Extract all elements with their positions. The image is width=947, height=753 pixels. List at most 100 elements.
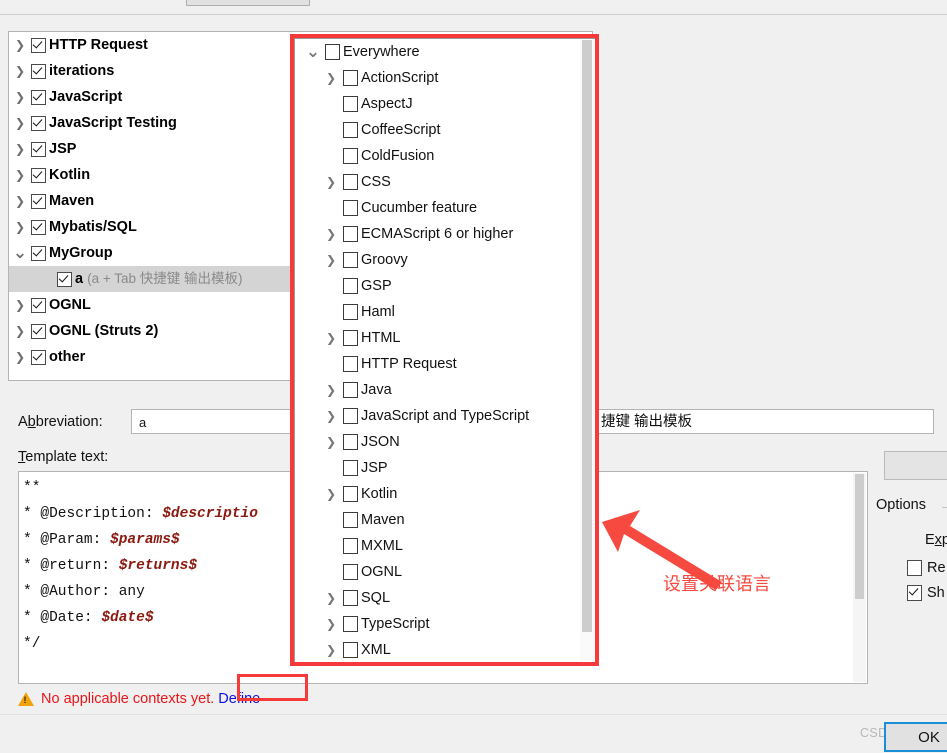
checkbox-icon[interactable] — [343, 408, 358, 424]
context-language-row[interactable]: HTTP Request — [295, 351, 595, 377]
checkbox-icon[interactable] — [343, 356, 358, 372]
checkbox-icon[interactable] — [343, 330, 358, 346]
top-cutoff-button[interactable] — [186, 0, 310, 6]
checkbox-icon[interactable] — [325, 44, 340, 60]
reformat-combo[interactable] — [884, 451, 947, 480]
checkbox-icon[interactable] — [343, 148, 358, 164]
chevron-right-icon[interactable]: ❯ — [9, 136, 31, 162]
context-language-row[interactable]: ❯ CSS — [295, 169, 595, 195]
checkbox-icon[interactable] — [343, 278, 358, 294]
chevron-right-icon[interactable]: ❯ — [9, 214, 31, 240]
context-language-row[interactable]: ❯ Kotlin — [295, 481, 595, 507]
context-language-row[interactable]: AspectJ — [295, 91, 595, 117]
chevron-right-icon[interactable]: ❯ — [319, 221, 343, 247]
chevron-right-icon[interactable]: ❯ — [319, 611, 343, 637]
chevron-right-icon[interactable]: ❯ — [319, 377, 343, 403]
chevron-down-icon[interactable]: ⌄ — [301, 43, 325, 60]
chevron-right-icon[interactable]: ❯ — [319, 403, 343, 429]
checkbox-icon[interactable] — [31, 349, 46, 365]
checkbox-icon[interactable] — [343, 96, 358, 112]
context-language-row[interactable]: CoffeeScript — [295, 117, 595, 143]
checkbox-icon[interactable] — [343, 590, 358, 606]
checkbox-icon[interactable] — [343, 226, 358, 242]
context-language-row[interactable]: MXML — [295, 533, 595, 559]
ok-button[interactable]: OK — [884, 722, 947, 752]
checkbox-icon[interactable] — [31, 219, 46, 235]
chevron-right-icon[interactable]: ❯ — [319, 65, 343, 91]
checkbox-icon[interactable] — [31, 37, 46, 53]
option-checkbox-row-2[interactable]: Sh — [907, 585, 945, 601]
chevron-right-icon[interactable]: ❯ — [9, 58, 31, 84]
context-language-row[interactable]: Maven — [295, 507, 595, 533]
chevron-right-icon[interactable]: ❯ — [319, 169, 343, 195]
context-language-row[interactable]: ❯ JSON — [295, 429, 595, 455]
chevron-right-icon[interactable]: ❯ — [9, 162, 31, 188]
context-language-row[interactable]: Cucumber feature — [295, 195, 595, 221]
chevron-right-icon[interactable]: ❯ — [319, 585, 343, 611]
checkbox-icon[interactable] — [31, 89, 46, 105]
context-language-row[interactable]: GSP — [295, 273, 595, 299]
description-input[interactable]: 捷键 输出模板 — [596, 409, 934, 434]
tree-row-label: Mybatis/SQL — [49, 219, 137, 235]
chevron-right-icon[interactable]: ❯ — [319, 325, 343, 351]
context-language-row[interactable]: ❯ HTML — [295, 325, 595, 351]
checkbox-icon[interactable] — [343, 512, 358, 528]
chevron-right-icon[interactable]: ❯ — [9, 292, 31, 318]
checkbox-icon[interactable] — [343, 122, 358, 138]
chevron-right-icon[interactable]: ❯ — [9, 110, 31, 136]
context-language-row[interactable]: ❯ Groovy — [295, 247, 595, 273]
template-text-scrollbar[interactable] — [853, 473, 866, 682]
chevron-right-icon[interactable]: ❯ — [9, 318, 31, 344]
checkbox-icon[interactable] — [343, 642, 358, 658]
context-language-row[interactable]: ❯ ECMAScript 6 or higher — [295, 221, 595, 247]
context-language-row[interactable]: ColdFusion — [295, 143, 595, 169]
checkbox-icon[interactable] — [343, 616, 358, 632]
checkbox-icon[interactable] — [31, 323, 46, 339]
context-language-row[interactable]: ⌄ Everywhere — [295, 39, 595, 65]
checkbox-icon[interactable] — [31, 167, 46, 183]
context-language-row[interactable]: Haml — [295, 299, 595, 325]
checkbox-icon[interactable] — [343, 382, 358, 398]
checkbox-icon[interactable] — [343, 304, 358, 320]
checkbox-icon[interactable] — [343, 200, 358, 216]
checkbox-icon[interactable] — [343, 70, 358, 86]
context-popup-scrollbar[interactable] — [580, 40, 594, 661]
context-language-row[interactable]: ❯ XML — [295, 637, 595, 663]
chevron-right-icon[interactable]: ❯ — [9, 344, 31, 370]
context-language-row[interactable]: ❯ SQL — [295, 585, 595, 611]
checkbox-icon[interactable] — [343, 486, 358, 502]
chevron-right-icon[interactable]: ❯ — [319, 247, 343, 273]
chevron-down-icon[interactable]: ⌄ — [9, 244, 31, 261]
checkbox-icon[interactable] — [31, 297, 46, 313]
checkbox-icon[interactable] — [31, 193, 46, 209]
chevron-right-icon[interactable]: ❯ — [319, 429, 343, 455]
checkbox-icon[interactable] — [343, 174, 358, 190]
chevron-right-icon[interactable]: ❯ — [9, 32, 31, 58]
chevron-right-icon[interactable]: ❯ — [9, 84, 31, 110]
checkbox-icon[interactable] — [343, 434, 358, 450]
checkbox-icon[interactable] — [31, 141, 46, 157]
checkbox-icon[interactable] — [907, 560, 922, 576]
define-link[interactable]: Define — [218, 691, 260, 707]
context-language-popup[interactable]: ⌄ Everywhere ❯ ActionScript AspectJ CoffeeScr… — [294, 38, 596, 664]
context-language-row[interactable]: JSP — [295, 455, 595, 481]
checkbox-icon[interactable] — [343, 252, 358, 268]
context-language-row[interactable]: ❯ Java — [295, 377, 595, 403]
checkbox-icon[interactable] — [57, 271, 72, 287]
context-language-row[interactable]: ❯ TypeScript — [295, 611, 595, 637]
chevron-right-icon[interactable]: ❯ — [319, 637, 343, 663]
checkbox-icon[interactable] — [31, 245, 46, 261]
checkbox-icon[interactable] — [343, 564, 358, 580]
checkbox-icon[interactable] — [907, 585, 922, 601]
context-language-row[interactable]: ❯ ActionScript — [295, 65, 595, 91]
context-language-row[interactable]: OGNL — [295, 559, 595, 585]
chevron-right-icon[interactable]: ❯ — [319, 481, 343, 507]
checkbox-icon[interactable] — [343, 538, 358, 554]
checkbox-icon[interactable] — [31, 115, 46, 131]
checkbox-icon[interactable] — [31, 63, 46, 79]
checkbox-icon[interactable] — [343, 460, 358, 476]
context-language-list[interactable]: ⌄ Everywhere ❯ ActionScript AspectJ CoffeeScr… — [295, 39, 595, 663]
option-checkbox-row-1[interactable]: Re — [907, 560, 946, 576]
chevron-right-icon[interactable]: ❯ — [9, 188, 31, 214]
context-language-row[interactable]: ❯ JavaScript and TypeScript — [295, 403, 595, 429]
